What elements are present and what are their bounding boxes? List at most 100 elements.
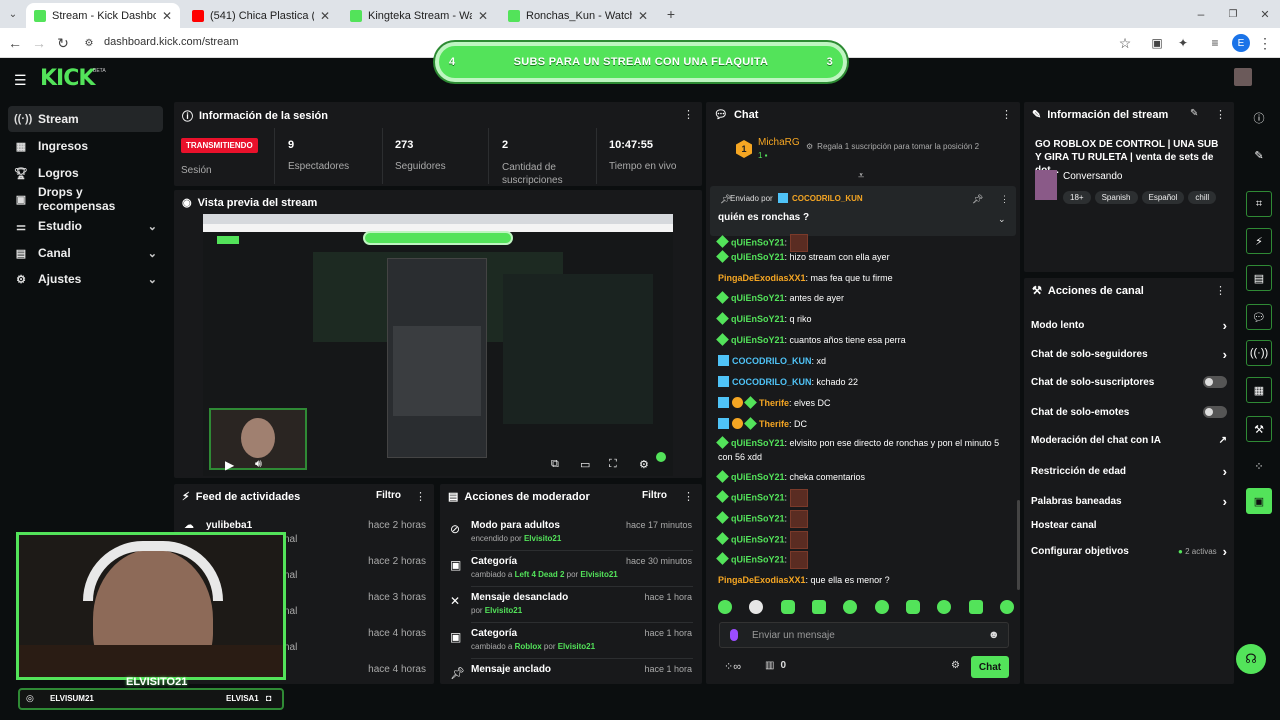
chat-scrollbar[interactable] <box>1017 500 1020 590</box>
category-name[interactable]: Conversando <box>1063 171 1122 182</box>
microphone-icon[interactable] <box>730 629 738 641</box>
collapse-leaderboard-icon[interactable]: ⩡ <box>858 170 864 183</box>
document-icon[interactable]: ▤ <box>1246 265 1272 291</box>
sidebar-item-ingresos[interactable]: ▦ Ingresos <box>8 133 163 159</box>
action-age-restriction[interactable]: Restricción de edad › <box>1031 464 1227 479</box>
fullscreen-icon[interactable]: ⛶ <box>609 458 617 471</box>
chat-input[interactable]: Enviar un mensaje ☻ <box>719 622 1009 648</box>
close-tab-icon[interactable]: ✕ <box>478 9 488 23</box>
extensions-icon[interactable]: ✦ <box>1174 34 1192 52</box>
emotes-only-toggle[interactable] <box>1203 406 1227 418</box>
volume-icon[interactable]: 🔊︎ <box>255 458 262 471</box>
emote-icon[interactable] <box>937 600 952 614</box>
kebab-menu-icon[interactable]: ⋮ <box>1215 284 1226 297</box>
bookmark-star-icon[interactable]: ☆ <box>1116 34 1134 52</box>
support-headset-icon[interactable]: ☊ <box>1236 644 1266 674</box>
action-slow-mode[interactable]: Modo lento › <box>1031 318 1227 333</box>
action-ai-moderation[interactable]: Moderación del chat con IA ↗ <box>1031 435 1227 446</box>
picture-in-picture-icon[interactable]: ⧉ <box>551 458 559 471</box>
send-chat-button[interactable]: Chat <box>971 656 1009 678</box>
gift-promo[interactable]: ⚙ Regala 1 suscripción para tomar la posi… <box>806 142 979 151</box>
chat-icon[interactable]: 💬︎ <box>1246 304 1272 330</box>
edit-icon[interactable]: ✎ <box>1190 108 1198 119</box>
tag[interactable]: 18+ <box>1063 191 1091 204</box>
edit-icon[interactable]: ✎ <box>1246 142 1272 168</box>
sidebar-item-drops[interactable]: ▣ Drops y recompensas <box>8 185 163 213</box>
new-tab-icon[interactable]: + <box>662 5 680 23</box>
infinity-points-icon[interactable]: ⁘∞ <box>724 660 741 673</box>
broadcast-icon[interactable]: ((·)) <box>1246 340 1272 366</box>
theater-mode-icon[interactable]: ▭ <box>580 458 590 471</box>
emoji-icon[interactable]: ☻ <box>988 629 1000 641</box>
pinned-menu-icon[interactable]: ⋮ <box>1000 194 1009 205</box>
action-followers-only[interactable]: Chat de solo-seguidores › <box>1031 347 1227 362</box>
action-host-channel[interactable]: Hostear canal <box>1031 520 1227 531</box>
settings-gear-icon[interactable]: ⚙ <box>639 458 649 471</box>
forward-icon[interactable]: → <box>30 34 48 52</box>
channel-points[interactable]: ▥ 0 <box>765 660 786 671</box>
emote-icon[interactable] <box>843 600 858 614</box>
screenshot-icon[interactable]: ▣ <box>1148 34 1166 52</box>
sidebar-item-logros[interactable]: 🏆︎ Logros <box>8 160 163 186</box>
emote-icon[interactable] <box>780 600 795 614</box>
subs-only-toggle[interactable] <box>1203 376 1227 388</box>
url-field[interactable]: dashboard.kick.com/stream <box>104 36 239 48</box>
kebab-menu-icon[interactable]: ⋮ <box>683 108 694 121</box>
filter-button[interactable]: Filtro <box>642 490 667 501</box>
minimize-icon[interactable]: – <box>1192 5 1210 23</box>
close-window-icon[interactable]: ✕ <box>1256 5 1274 23</box>
kick-logo[interactable]: KICK <box>40 66 95 91</box>
emote-icon[interactable] <box>811 600 826 614</box>
action-emotes-only[interactable]: Chat de solo-emotes <box>1031 406 1227 418</box>
wrench-icon[interactable]: ⚒ <box>1246 416 1272 442</box>
top-gifter-name[interactable]: MichaRG <box>758 137 800 148</box>
restore-icon[interactable]: ❐ <box>1224 5 1242 23</box>
lightning-icon[interactable]: ⚡︎ <box>1246 228 1272 254</box>
kick-apps-icon[interactable]: ▣ <box>1246 488 1272 514</box>
clip-icon[interactable]: ⌗ <box>1246 191 1272 217</box>
emote-icon[interactable] <box>905 600 920 614</box>
sidebar-item-estudio[interactable]: ⚌ Estudio ⌄ <box>8 213 163 239</box>
kebab-menu-icon[interactable]: ⋮ <box>415 490 426 503</box>
chat-settings-icon[interactable]: ⚙ <box>951 660 960 671</box>
emote-icon[interactable] <box>718 600 732 614</box>
moderation-icon[interactable]: ▦ <box>1246 377 1272 403</box>
close-tab-icon[interactable]: ✕ <box>162 9 172 23</box>
back-icon[interactable]: ← <box>6 34 24 52</box>
play-icon[interactable]: ▶ <box>225 458 234 472</box>
expand-chevron-icon[interactable]: ⌄ <box>998 214 1006 225</box>
emote-icon[interactable] <box>999 600 1014 614</box>
profile-avatar[interactable]: E <box>1232 34 1250 52</box>
kebab-menu-icon[interactable]: ⋮ <box>683 490 694 503</box>
browser-tab-2[interactable]: (541) Chica Plastica (feat. Yaga ✕ <box>184 3 338 28</box>
pinned-user[interactable]: COCODRILO_KUN <box>792 194 863 203</box>
sidebar-item-canal[interactable]: ▤ Canal ⌄ <box>8 240 163 266</box>
site-info-icon[interactable]: ⚙ <box>80 34 98 52</box>
kebab-menu-icon[interactable]: ⋮ <box>1001 108 1012 121</box>
hamburger-menu-icon[interactable]: ☰ <box>14 72 27 89</box>
pin-toggle-icon[interactable]: 📌︎ <box>972 194 983 205</box>
close-tab-icon[interactable]: ✕ <box>320 9 330 23</box>
reload-icon[interactable]: ↻ <box>54 34 72 52</box>
stream-video-player[interactable]: ▶ 🔊︎ ⧉ ▭ ⛶ ⚙ <box>203 214 673 476</box>
sidebar-item-stream[interactable]: ((·)) Stream <box>8 106 163 132</box>
points-icon[interactable]: ⁘ <box>1246 453 1272 479</box>
action-subscribers-only[interactable]: Chat de solo-suscriptores <box>1031 376 1227 388</box>
filter-button[interactable]: Filtro <box>376 490 401 501</box>
browser-tab-4[interactable]: Ronchas_Kun - Watch the VOD ✕ <box>500 3 656 28</box>
reading-list-icon[interactable]: ≡ <box>1206 34 1224 52</box>
emote-icon[interactable] <box>968 600 983 614</box>
kebab-menu-icon[interactable]: ⋮ <box>1215 108 1226 121</box>
sidebar-item-ajustes[interactable]: ⚙ Ajustes ⌄ <box>8 266 163 292</box>
tag[interactable]: Español <box>1141 191 1185 204</box>
close-tab-icon[interactable]: ✕ <box>638 9 648 23</box>
tag[interactable]: Spanish <box>1094 191 1138 204</box>
info-icon[interactable]: ⓘ <box>1246 105 1272 131</box>
user-avatar[interactable] <box>1234 68 1252 86</box>
browser-tab-3[interactable]: Kingteka Stream - Watch Live o ✕ <box>342 3 496 28</box>
browser-menu-icon[interactable]: ⋮ <box>1256 34 1274 52</box>
action-banned-words[interactable]: Palabras baneadas › <box>1031 494 1227 509</box>
emote-icon[interactable] <box>874 600 889 614</box>
tab-search-icon[interactable]: ⌄ <box>4 5 22 23</box>
browser-tab-1[interactable]: Stream - Kick Dashboard ✕ <box>26 3 180 28</box>
